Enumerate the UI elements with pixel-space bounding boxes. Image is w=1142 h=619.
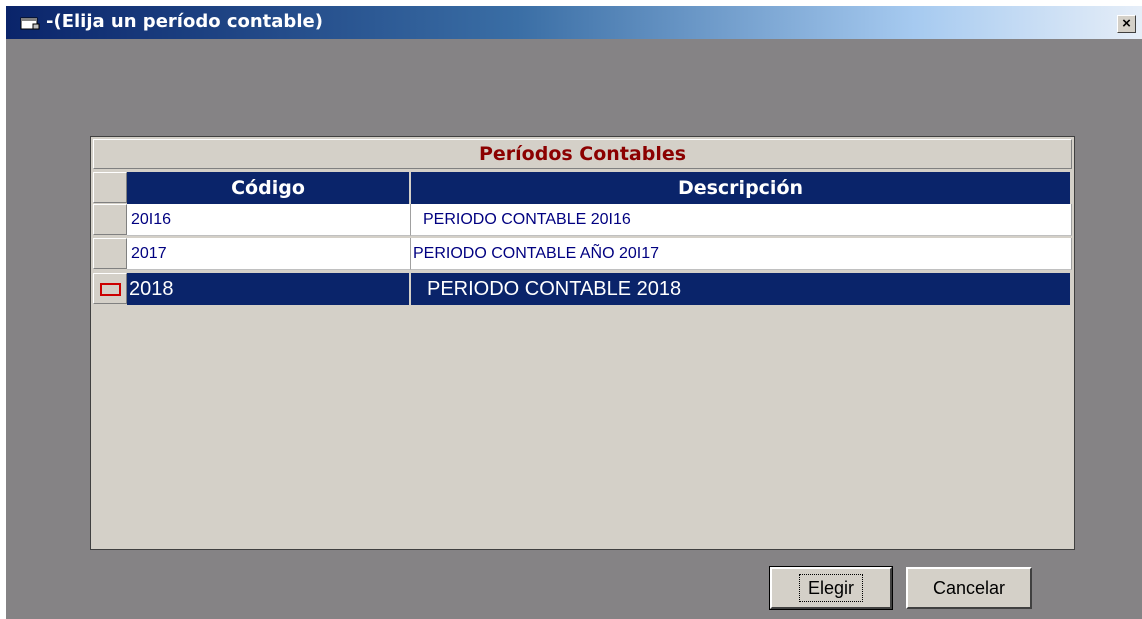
- app-window-icon: [20, 17, 40, 30]
- window-title: -(Elija un período contable): [46, 11, 323, 32]
- cell-descripcion[interactable]: PERIODO CONTABLE 20I16: [411, 204, 1072, 236]
- cancel-button[interactable]: Cancelar: [906, 567, 1032, 609]
- row-selector[interactable]: [93, 238, 127, 269]
- dialog-window: -(Elija un período contable) × Períodos …: [6, 6, 1142, 619]
- cell-codigo[interactable]: 2018: [127, 273, 411, 305]
- grid-header-row: Código Descripción: [91, 172, 1076, 204]
- header-selector: [93, 172, 127, 203]
- dialog-body: Períodos Contables Código Descripción 20…: [6, 39, 1142, 619]
- close-button[interactable]: ×: [1117, 15, 1136, 33]
- cancel-button-label: Cancelar: [932, 578, 1006, 598]
- current-row-indicator-icon: [100, 283, 121, 296]
- row-selector-current[interactable]: [93, 273, 127, 304]
- table-row[interactable]: 2017 PERIODO CONTABLE AÑO 20I17: [91, 238, 1076, 270]
- close-icon: ×: [1122, 15, 1131, 32]
- table-row[interactable]: 20I16 PERIODO CONTABLE 20I16: [91, 204, 1076, 236]
- column-header-descripcion[interactable]: Descripción: [411, 172, 1072, 204]
- cell-descripcion[interactable]: PERIODO CONTABLE AÑO 20I17: [411, 238, 1072, 270]
- table-row-selected[interactable]: 2018 PERIODO CONTABLE 2018: [91, 273, 1076, 305]
- row-selector[interactable]: [93, 204, 127, 235]
- cell-codigo[interactable]: 20I16: [127, 204, 411, 236]
- grid-caption: Períodos Contables: [93, 139, 1072, 169]
- choose-button[interactable]: Elegir: [769, 566, 893, 610]
- periods-grid: Períodos Contables Código Descripción 20…: [90, 136, 1075, 550]
- cell-codigo[interactable]: 2017: [127, 238, 411, 270]
- title-bar[interactable]: -(Elija un período contable) ×: [6, 6, 1142, 39]
- cell-descripcion[interactable]: PERIODO CONTABLE 2018: [411, 273, 1072, 305]
- choose-button-label: Elegir: [798, 574, 864, 602]
- column-header-codigo[interactable]: Código: [127, 172, 411, 204]
